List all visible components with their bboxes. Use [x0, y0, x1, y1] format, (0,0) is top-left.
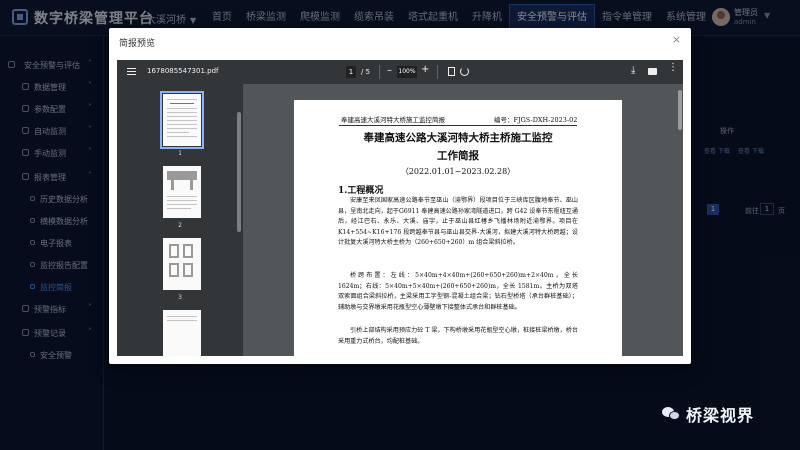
page-thumbnail[interactable]: [160, 91, 204, 149]
doc-paragraph: 引桥上部结构采用预应力砼 T 梁，下构桥墩采用花瓶型空心墩，桩接桩梁桥墩，桥台采…: [338, 327, 578, 345]
zoom-in-icon[interactable]: +: [421, 64, 429, 75]
page-total: / 5: [361, 68, 371, 76]
doc-running-header: 奉建高速大溪河特大桥施工监控简报: [341, 116, 445, 124]
toolbar-divider: [379, 65, 380, 79]
page-thumbnail[interactable]: [163, 310, 201, 356]
thumbnail-page-number: 3: [178, 294, 182, 301]
dialog-title: 简报预览: [119, 39, 156, 49]
zoom-out-icon[interactable]: –: [387, 65, 392, 76]
more-vertical-icon[interactable]: ⋮: [668, 63, 678, 73]
doc-header-rule: [339, 125, 577, 126]
thumbnail-scrollbar[interactable]: [237, 112, 241, 232]
download-icon[interactable]: ⤓: [631, 65, 635, 76]
thumbnail-panel: 1 2 3: [117, 84, 243, 356]
fit-page-icon[interactable]: [448, 67, 455, 76]
pdf-toolbar: 1678085547301.pdf 1 / 5 – 100% + ⤓ ⋮: [117, 60, 683, 84]
page-thumbnail[interactable]: [163, 166, 201, 218]
pdf-viewer: 1678085547301.pdf 1 / 5 – 100% + ⤓ ⋮ 1 2…: [117, 60, 683, 356]
close-icon[interactable]: ×: [672, 33, 681, 46]
menu-icon[interactable]: [127, 68, 136, 75]
page-thumbnail[interactable]: [163, 238, 201, 290]
rotate-icon[interactable]: [460, 67, 469, 76]
doc-document-number: 编号：FJGS-DXH-2023-02: [494, 116, 578, 124]
doc-section-heading: 1.工程概况: [338, 186, 384, 196]
pdf-filename: 1678085547301.pdf: [147, 67, 219, 75]
thumbnail-page-number: 2: [178, 222, 182, 229]
pdf-page: 奉建高速大溪河特大桥施工监控简报 编号：FJGS-DXH-2023-02 奉建高…: [294, 100, 622, 356]
brief-preview-dialog: 简报预览 × 1678085547301.pdf 1 / 5 – 100% + …: [109, 28, 691, 364]
thumbnail-page-number: 1: [178, 150, 182, 157]
toolbar-divider: [437, 65, 438, 79]
wechat-icon: [662, 407, 680, 421]
watermark-text: 桥梁视界: [686, 406, 755, 425]
print-icon[interactable]: [648, 68, 657, 75]
doc-date-range: （2022.01.01~2023.02.28）: [400, 167, 516, 176]
page-number-input[interactable]: 1: [346, 66, 356, 78]
doc-title: 奉建高速公路大溪河特大桥主桥施工监控: [363, 132, 553, 144]
doc-paragraph: 桥跨布置：左线：5×40m+4×40m+(260+650+260)m+2×40m…: [338, 272, 578, 311]
document-scrollbar[interactable]: [678, 90, 682, 130]
doc-paragraph: 安康至来凤国家高速公路奉节至巫山（渝鄂界）段项目位于三峡库区腹地奉节、巫山县，呈…: [338, 197, 578, 247]
zoom-level-input[interactable]: 100%: [397, 66, 417, 78]
doc-subtitle: 工作简报: [437, 150, 479, 162]
